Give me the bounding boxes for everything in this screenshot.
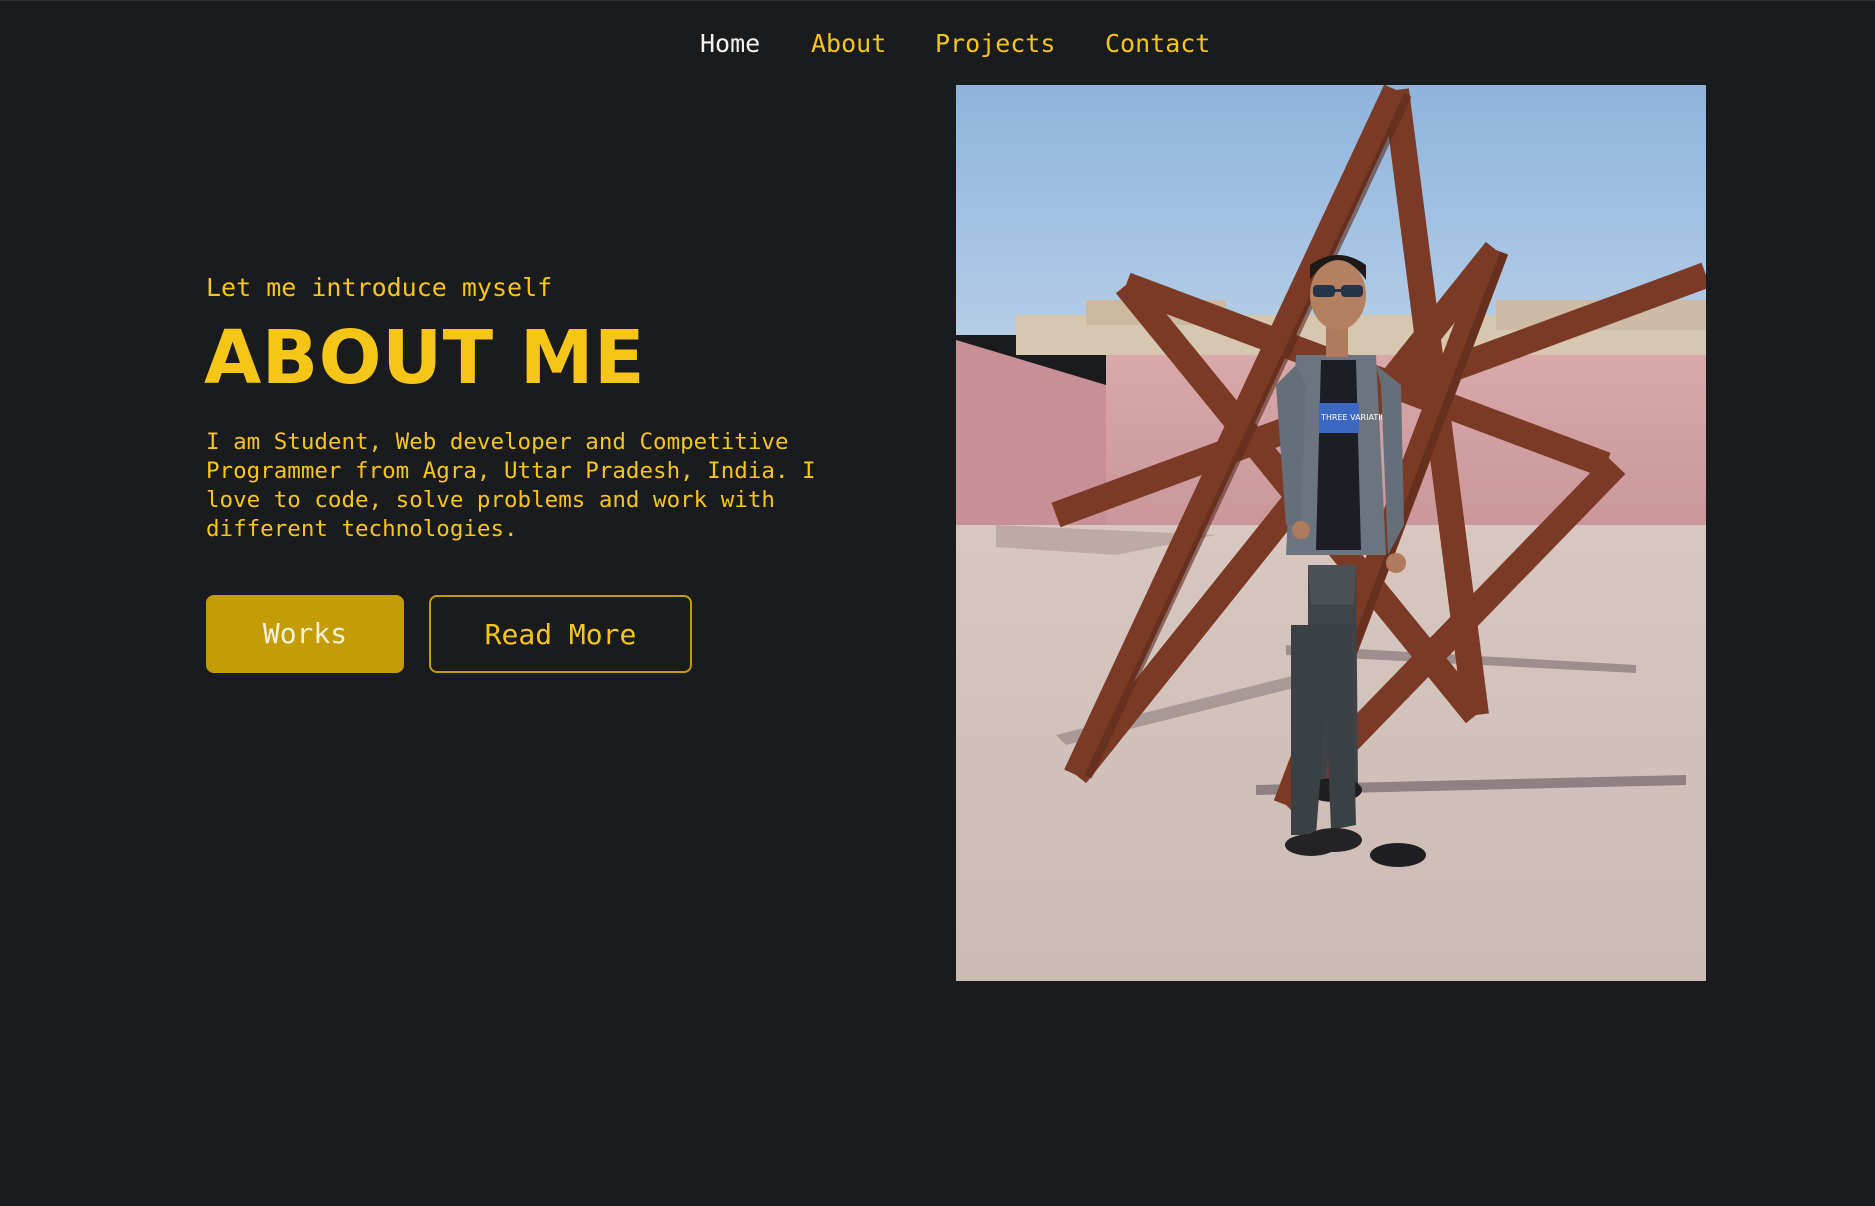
- left-wall-shape: [956, 340, 1106, 555]
- bio-paragraph: I am Student, Web developer and Competit…: [206, 429, 816, 542]
- top-border: [0, 0, 1875, 1]
- nav-item-projects[interactable]: Projects: [935, 24, 1055, 64]
- profile-photo: THREE VARIATION: [956, 85, 1706, 981]
- read-more-button[interactable]: Read More: [429, 595, 692, 673]
- profile-photo-illustration: THREE VARIATION: [956, 85, 1706, 981]
- main-nav: Home About Projects Contact: [0, 24, 1875, 64]
- nav-item-about[interactable]: About: [811, 24, 886, 64]
- page-title: ABOUT ME: [204, 315, 646, 401]
- shirt-print-text: THREE VARIATION: [1320, 413, 1393, 422]
- nav-item-contact[interactable]: Contact: [1105, 24, 1210, 64]
- works-button[interactable]: Works: [206, 595, 404, 673]
- intro-text: Let me introduce myself: [206, 273, 553, 302]
- nav-item-home[interactable]: Home: [700, 24, 760, 64]
